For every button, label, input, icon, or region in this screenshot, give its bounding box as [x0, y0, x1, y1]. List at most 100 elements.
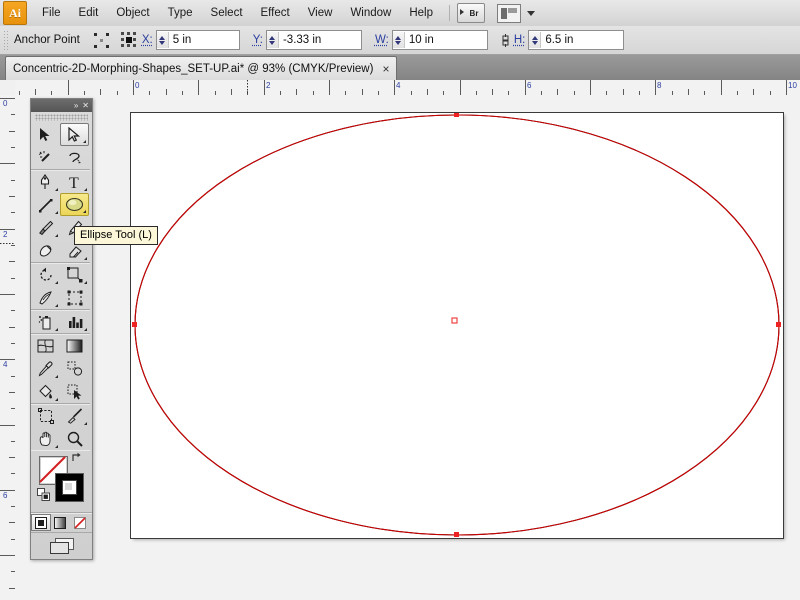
h-stepper[interactable] [529, 32, 541, 48]
control-bar-title: Anchor Point [14, 34, 80, 46]
none-mode[interactable] [70, 514, 90, 531]
blend-tool[interactable] [60, 357, 89, 380]
ruler-label-h: 0 [135, 82, 139, 90]
column-graph-tool[interactable] [60, 310, 89, 333]
gradient-tool[interactable] [60, 334, 89, 357]
anchor-point-right [776, 322, 781, 327]
selection-tool[interactable] [31, 123, 60, 146]
ellipse-path-underlay [135, 115, 779, 535]
ellipse-tool[interactable] [60, 193, 89, 216]
live-paint-bucket-tool[interactable] [31, 380, 60, 403]
y-field[interactable] [266, 30, 362, 50]
type-tool[interactable]: T [60, 170, 89, 193]
rotate-tool[interactable] [31, 263, 60, 286]
stroke-swatch[interactable] [55, 473, 84, 502]
x-input[interactable] [169, 32, 239, 48]
ruler-label-v: 4 [3, 361, 7, 369]
y-input[interactable] [279, 32, 361, 48]
live-paint-selection-tool[interactable] [60, 380, 89, 403]
ruler-label-v: 2 [3, 231, 7, 239]
ruler-label-v: 6 [3, 492, 7, 500]
tools-panel-header[interactable]: » ✕ [31, 99, 92, 112]
control-bar-grip[interactable] [3, 30, 8, 50]
tools-panel-grip[interactable] [35, 114, 88, 121]
document-tab[interactable]: Concentric-2D-Morphing-Shapes_SET-UP.ai*… [5, 56, 397, 80]
screen-mode-button[interactable] [31, 532, 92, 559]
magic-wand-tool[interactable] [31, 146, 60, 169]
warp-tool[interactable] [31, 286, 60, 309]
menu-item-view[interactable]: View [299, 3, 342, 23]
x-field[interactable] [156, 30, 240, 50]
h-field[interactable] [528, 30, 624, 50]
chain-link-icon[interactable] [501, 33, 510, 48]
y-stepper[interactable] [267, 32, 279, 48]
artboard[interactable] [131, 113, 783, 538]
menu-item-window[interactable]: Window [341, 3, 400, 23]
pen-tool[interactable] [31, 170, 60, 193]
free-transform-tool[interactable] [60, 286, 89, 309]
w-stepper[interactable] [393, 32, 405, 48]
gradient-mode[interactable] [51, 514, 71, 531]
canvas-area[interactable] [15, 95, 800, 600]
tool-group-symbols-graphs [31, 310, 90, 334]
ruler-corner[interactable] [0, 80, 16, 96]
artboard-tool[interactable] [31, 404, 60, 427]
symbol-sprayer-tool[interactable] [31, 310, 60, 333]
anchor-point-bottom [454, 532, 459, 537]
bridge-label: Br [470, 9, 479, 18]
vertical-ruler[interactable]: 0246 [0, 95, 16, 600]
eyedropper-tool[interactable] [31, 357, 60, 380]
close-icon[interactable]: × [382, 63, 389, 75]
workspace-dropdown-icon[interactable] [527, 11, 535, 16]
h-field-label: H: [514, 34, 526, 46]
tool-group-navigation [31, 404, 90, 450]
w-field[interactable] [392, 30, 488, 50]
scale-tool[interactable] [60, 263, 89, 286]
mesh-tool[interactable] [31, 334, 60, 357]
swap-fill-stroke-icon[interactable] [71, 452, 83, 464]
y-field-label: Y: [253, 34, 263, 46]
menu-item-select[interactable]: Select [202, 3, 252, 23]
hand-tool[interactable] [31, 427, 60, 450]
color-controls [31, 450, 92, 512]
workspace-switcher-icon[interactable] [497, 4, 521, 23]
menu-item-edit[interactable]: Edit [70, 3, 108, 23]
document-tab-bar: Concentric-2D-Morphing-Shapes_SET-UP.ai*… [0, 55, 800, 81]
menu-item-help[interactable]: Help [400, 3, 442, 23]
menu-item-type[interactable]: Type [159, 3, 202, 23]
direct-selection-tool[interactable] [60, 123, 89, 146]
ruler-guide-marker-v [0, 243, 15, 244]
menu-item-file[interactable]: File [33, 3, 70, 23]
go-to-bridge-button[interactable]: Br [457, 3, 485, 23]
w-field-label: W: [375, 34, 389, 46]
w-input[interactable] [405, 32, 487, 48]
zoom-tool[interactable] [60, 427, 89, 450]
horizontal-ruler[interactable]: 0246810 [15, 80, 800, 96]
paintbrush-tool[interactable] [31, 216, 60, 239]
menu-divider [449, 5, 450, 21]
slice-tool[interactable] [60, 404, 89, 427]
close-icon[interactable]: ✕ [82, 102, 89, 110]
blob-brush-tool[interactable] [31, 239, 60, 262]
menu-item-object[interactable]: Object [107, 3, 158, 23]
h-input[interactable] [541, 32, 623, 48]
reference-point-grid-icon[interactable] [121, 32, 137, 48]
lasso-tool[interactable] [60, 146, 89, 169]
ruler-label-h: 8 [657, 82, 661, 90]
tool-group-selection [31, 123, 90, 170]
flyout-arrow-icon [83, 140, 86, 143]
anchor-point-icon[interactable] [94, 33, 109, 48]
menu-item-effect[interactable]: Effect [252, 3, 299, 23]
default-fill-stroke-icon[interactable] [37, 488, 50, 501]
svg-text:T: T [69, 175, 79, 190]
control-bar: Anchor Point X: Y: W: [0, 26, 800, 55]
x-stepper[interactable] [157, 32, 169, 48]
tool-group-transform [31, 263, 90, 310]
line-segment-tool[interactable] [31, 193, 60, 216]
ruler-label-h: 6 [527, 82, 531, 90]
paint-mode-row [31, 512, 92, 532]
color-mode[interactable] [31, 514, 51, 531]
collapse-icon[interactable]: » [74, 102, 78, 110]
tool-group-drawing: T [31, 170, 90, 263]
anchor-point-top [454, 113, 459, 117]
